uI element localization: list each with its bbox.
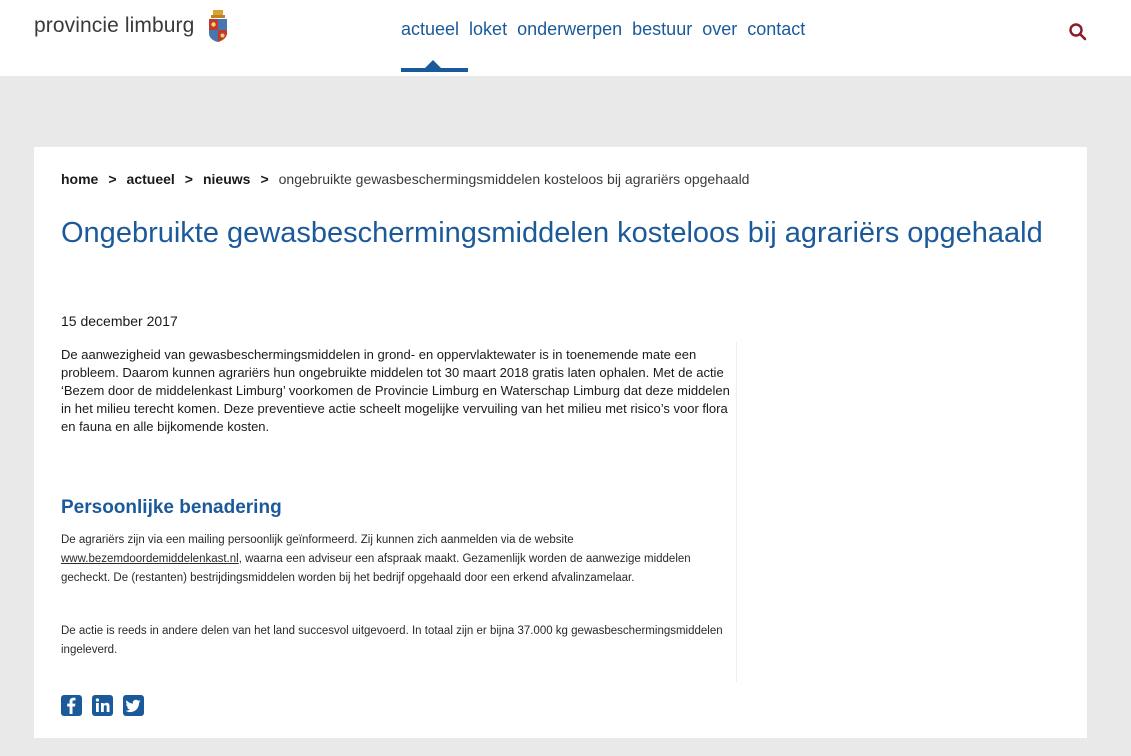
column-divider (736, 342, 737, 682)
facebook-icon[interactable] (61, 695, 82, 716)
section-heading: Persoonlijke benadering (61, 497, 282, 518)
active-nav-indicator (401, 68, 468, 72)
article-paragraph: De agrariërs zijn via een mailing persoo… (61, 531, 731, 588)
breadcrumb-home[interactable]: home (61, 171, 98, 187)
breadcrumb-separator: > (260, 171, 269, 187)
search-icon[interactable] (1068, 22, 1088, 42)
paragraph-text: De agrariërs zijn via een mailing persoo… (61, 534, 574, 546)
article-paragraph: De actie is reeds in andere delen van he… (61, 625, 723, 656)
coat-of-arms-icon (209, 10, 228, 42)
breadcrumb-separator: > (108, 171, 117, 187)
logo-text: provincie limburg (34, 14, 195, 37)
twitter-icon[interactable] (123, 695, 144, 716)
nav-item-bestuur[interactable]: bestuur (632, 19, 692, 40)
breadcrumb-separator: > (184, 171, 193, 187)
breadcrumb-actueel[interactable]: actueel (127, 171, 175, 187)
article-card: home > actueel > nieuws > ongebruikte ge… (34, 147, 1087, 738)
nav-item-over[interactable]: over (702, 19, 737, 40)
breadcrumb-nieuws[interactable]: nieuws (203, 171, 250, 187)
article-intro: De aanwezigheid van gewasbeschermingsmid… (61, 347, 730, 434)
page-title: Ongebruikte gewasbeschermingsmiddelen ko… (61, 217, 1043, 249)
breadcrumb-current: ongebruikte gewasbeschermingsmiddelen ko… (278, 171, 750, 187)
social-share (61, 695, 144, 716)
nav-item-onderwerpen[interactable]: onderwerpen (517, 19, 622, 40)
active-nav-caret (425, 60, 441, 68)
website-link[interactable]: www.bezemdoordemiddelenkast.nl (61, 553, 239, 565)
breadcrumb: home > actueel > nieuws > ongebruikte ge… (61, 171, 749, 187)
main-nav: actueel loket onderwerpen bestuur over c… (401, 19, 805, 40)
linkedin-icon[interactable] (92, 695, 113, 716)
site-logo[interactable]: provincie limburg (34, 10, 230, 42)
nav-item-loket[interactable]: loket (469, 19, 507, 40)
nav-item-actueel[interactable]: actueel (401, 19, 459, 40)
site-header: provincie limburg actueel loket onderwer… (0, 0, 1131, 76)
article-date: 15 december 2017 (61, 313, 178, 329)
nav-item-contact[interactable]: contact (747, 19, 805, 40)
